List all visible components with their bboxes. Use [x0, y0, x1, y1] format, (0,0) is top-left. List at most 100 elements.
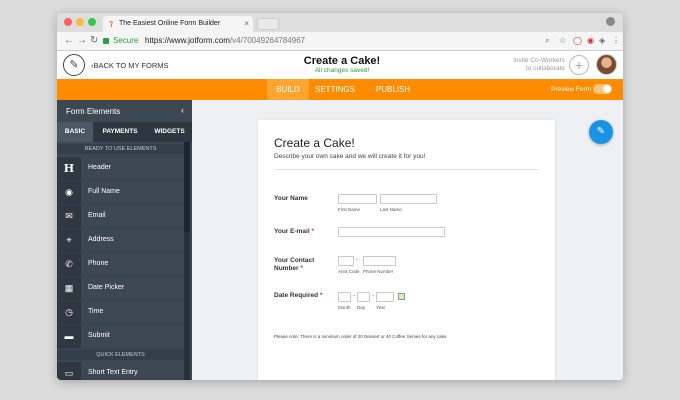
sidebar-item-time[interactable]: ◷ Time: [57, 301, 184, 325]
jotform-logo-icon[interactable]: ✎: [63, 54, 85, 76]
area-code-hint: Area Code: [338, 269, 360, 274]
user-icon: ◉: [57, 181, 81, 204]
browser-window: ⁊ The Easiest Online Form Builder × ← → …: [57, 13, 623, 380]
form-title-heading[interactable]: Create a Cake!: [297, 55, 387, 67]
invite-line-1: Invite Co-Workers: [513, 57, 565, 64]
date-label-text: Date Required: [274, 292, 319, 299]
opera-icon[interactable]: ◯: [573, 36, 582, 45]
back-to-forms-link[interactable]: ‹BACK TO MY FORMS: [91, 61, 169, 70]
sidebar-item-date-picker[interactable]: ▦ Date Picker: [57, 277, 184, 301]
form-designer-paint-icon[interactable]: ✎: [589, 120, 613, 144]
date-dash-2: -: [372, 293, 374, 299]
sidebar-tabs: BASIC PAYMENTS WIDGETS: [57, 122, 192, 142]
month-input[interactable]: [338, 292, 351, 302]
avatar[interactable]: [596, 54, 617, 75]
calendar-picker-icon[interactable]: [398, 293, 405, 300]
tab-title: The Easiest Online Form Builder: [119, 20, 221, 27]
section-quick-elements: QUICK ELEMENTS: [57, 350, 184, 360]
sidebar-item-short-text-entry[interactable]: ▭ Short Text Entry: [57, 362, 184, 380]
sidebar-item-label: Submit: [88, 332, 110, 339]
form-canvas: Create a Cake! Describe your own cake an…: [192, 100, 623, 380]
back-label: BACK TO MY FORMS: [93, 61, 169, 70]
forward-arrow-icon[interactable]: →: [77, 35, 87, 46]
clock-icon: ◷: [57, 301, 81, 324]
minimize-window-button[interactable]: [76, 18, 84, 26]
profile-icon[interactable]: [606, 17, 615, 26]
secure-label: Secure: [113, 36, 139, 45]
email-input[interactable]: [338, 227, 445, 237]
sidebar-item-address[interactable]: ⌖ Address: [57, 229, 184, 253]
invite-line-2: to collaborate: [525, 65, 565, 72]
submit-button-icon: ▬: [57, 325, 81, 348]
extension-icon[interactable]: ◉: [587, 36, 594, 45]
tab-publish[interactable]: PUBLISH: [373, 79, 413, 100]
invite-plus-button[interactable]: +: [569, 55, 589, 75]
sidebar-scrollbar[interactable]: [184, 142, 190, 380]
phone-number-input[interactable]: [363, 256, 396, 266]
sidebar-item-label: Header: [88, 164, 111, 171]
tab-close-icon[interactable]: ×: [244, 19, 249, 28]
section-ready-to-use: READY TO USE ELEMENTS: [57, 144, 184, 154]
day-input[interactable]: [357, 292, 370, 302]
phone-dash: -: [356, 257, 358, 263]
new-tab-button[interactable]: [257, 18, 279, 30]
close-window-button[interactable]: [64, 18, 72, 26]
url-field[interactable]: https://www.jotform.com/v4/7004926478496…: [145, 36, 305, 45]
sidebar-tab-basic[interactable]: BASIC: [57, 122, 93, 142]
form-subheading[interactable]: Describe your own cake and we will creat…: [274, 153, 425, 160]
browser-tab[interactable]: ⁊ The Easiest Online Form Builder ×: [103, 16, 253, 32]
collapse-chevron-icon[interactable]: ‹: [181, 105, 184, 115]
back-arrow-icon[interactable]: ←: [64, 35, 74, 46]
form-heading[interactable]: Create a Cake!: [274, 136, 355, 150]
preview-form-toggle[interactable]: [593, 84, 612, 94]
star-icon[interactable]: ☆: [559, 36, 566, 45]
sidebar-item-label: Date Picker: [88, 284, 125, 291]
sidebar-item-submit[interactable]: ▬ Submit: [57, 325, 184, 349]
sidebar-item-label: Full Name: [88, 188, 120, 195]
invite-text[interactable]: Invite Co-Workers to collaborate: [497, 57, 565, 73]
tab-strip: ⁊ The Easiest Online Form Builder ×: [57, 13, 623, 32]
required-mark: *: [300, 265, 303, 272]
sidebar-tab-widgets[interactable]: WIDGETS: [147, 122, 192, 142]
tab-settings[interactable]: SETTINGS: [313, 79, 357, 100]
form-card: Create a Cake! Describe your own cake an…: [258, 120, 555, 380]
heading-divider: [274, 169, 539, 170]
year-input[interactable]: [376, 292, 394, 302]
url-path: /v4/70049264784967: [229, 36, 306, 45]
shield-icon[interactable]: ◈: [599, 36, 605, 45]
area-code-input[interactable]: [338, 256, 354, 266]
day-hint: Day: [357, 305, 366, 310]
last-name-input[interactable]: [380, 194, 437, 204]
sidebar-item-label: Email: [88, 212, 106, 219]
first-name-hint: First Name: [338, 207, 361, 212]
reload-icon[interactable]: ↻: [90, 35, 98, 46]
sidebar-item-label: Phone: [88, 260, 109, 267]
save-status: All changes saved!: [314, 67, 370, 74]
first-name-input[interactable]: [338, 194, 377, 204]
form-elements-sidebar: Form Elements ‹ BASIC PAYMENTS WIDGETS R…: [57, 100, 192, 380]
last-name-hint: Last Name: [380, 207, 402, 212]
email-label: Your E-mail *: [274, 228, 314, 236]
minimum-order-note[interactable]: Please note: There is a minimum order of…: [274, 334, 448, 339]
menu-icon[interactable]: ⋮: [612, 36, 620, 45]
sidebar-item-phone[interactable]: ✆ Phone: [57, 253, 184, 277]
date-dash-1: -: [353, 293, 355, 299]
sidebar-item-email[interactable]: ✉ Email: [57, 205, 184, 229]
map-pin-icon: ⌖: [57, 229, 81, 252]
sidebar-item-header[interactable]: H Header: [57, 157, 184, 181]
maximize-window-button[interactable]: [88, 18, 96, 26]
calendar-icon: ▦: [57, 277, 81, 300]
month-hint: Month: [338, 305, 351, 310]
envelope-icon: ✉: [57, 205, 81, 228]
date-label: Date Required *: [274, 292, 322, 300]
required-mark: *: [311, 228, 314, 235]
sidebar-item-label: Short Text Entry: [88, 369, 138, 376]
sidebar-tab-payments[interactable]: PAYMENTS: [97, 122, 143, 142]
year-hint: Year: [376, 305, 386, 310]
sidebar-item-full-name[interactable]: ◉ Full Name: [57, 181, 184, 205]
sidebar-scrollbar-thumb[interactable]: [184, 142, 190, 232]
tab-build[interactable]: BUILD: [267, 79, 309, 100]
search-icon[interactable]: ⌕: [545, 36, 549, 46]
builder-nav: BUILD SETTINGS PUBLISH Preview Form: [57, 79, 623, 100]
address-bar: ← → ↻ Secure https://www.jotform.com/v4/…: [57, 32, 623, 51]
